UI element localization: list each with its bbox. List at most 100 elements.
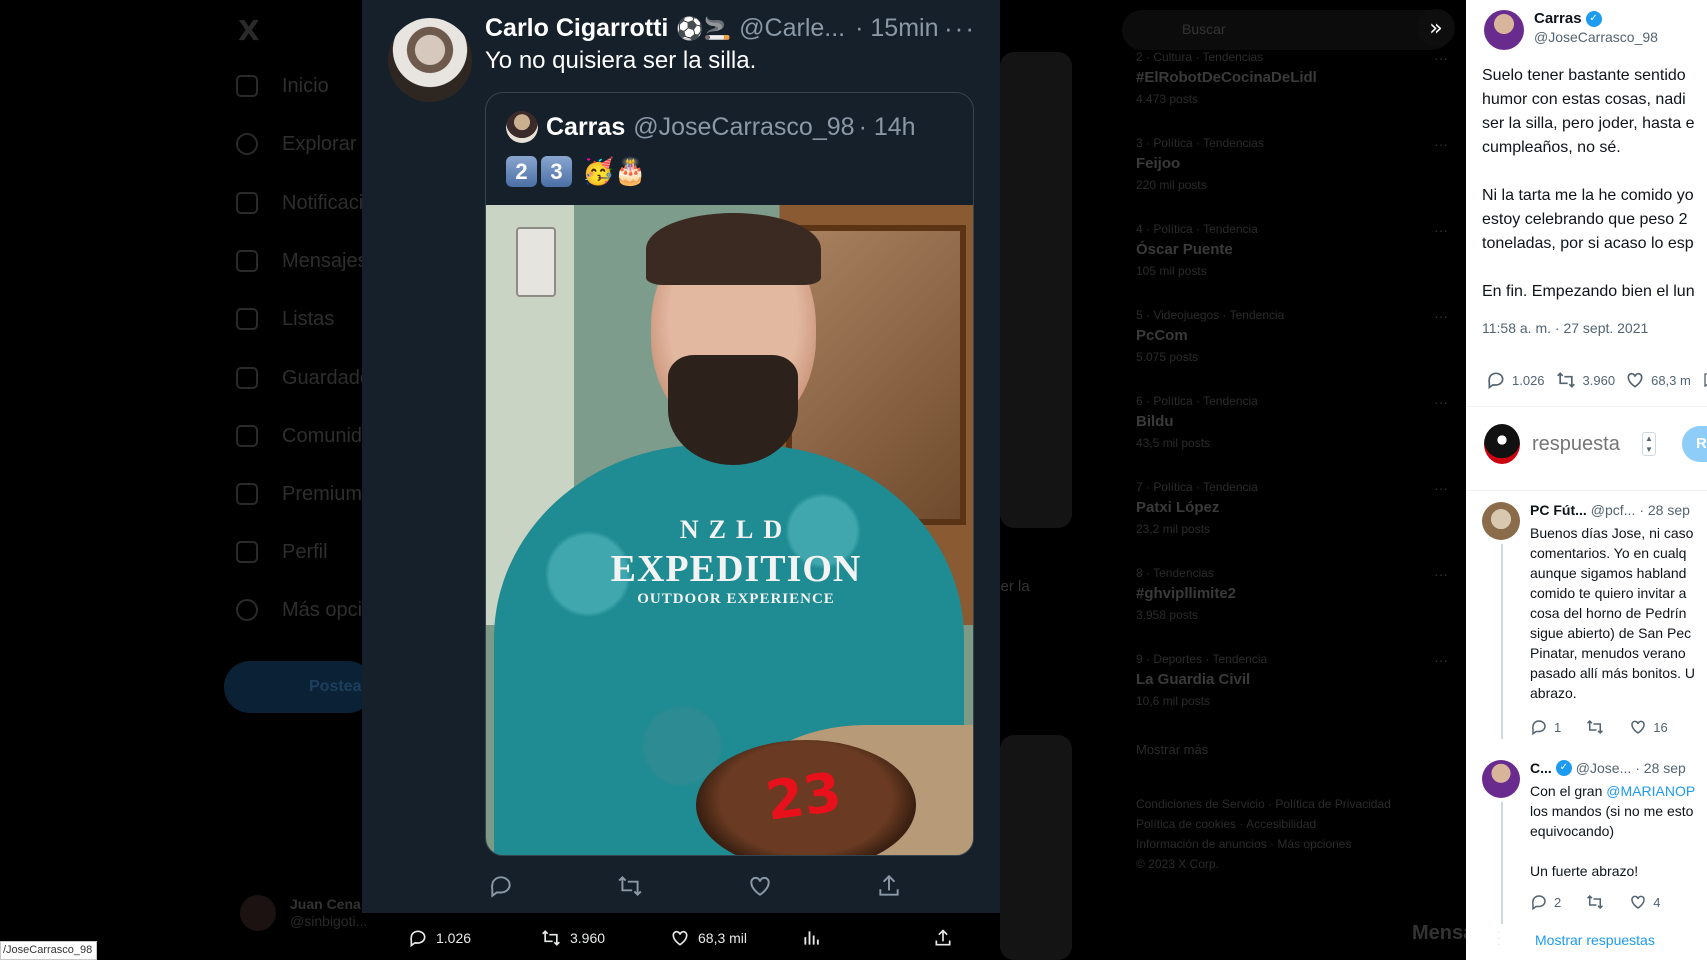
tweet-time[interactable]: · 15min (855, 14, 938, 43)
more-icon[interactable]: ··· (1434, 222, 1448, 238)
more-icon[interactable]: ··· (1434, 136, 1448, 152)
share-icon[interactable] (873, 870, 905, 902)
share-button[interactable] (933, 928, 953, 948)
thread-line (1501, 544, 1503, 739)
reply-author-handle[interactable]: @Jose... (1576, 760, 1631, 776)
like-icon (1631, 720, 1645, 734)
verified-badge-icon: ✓ (1585, 10, 1602, 27)
tweet-photo[interactable]: NZLD EXPEDITION OUTDOOR EXPERIENCE 23 (486, 205, 973, 855)
tweet-text: Yo no quisiera ser la silla. (485, 47, 757, 74)
trend-item[interactable]: 5 · Videojuegos · Tendencia PcCom 5.075 po… (1136, 308, 1456, 364)
reply-time[interactable]: · 28 sep (1639, 502, 1690, 518)
reply-input[interactable] (1532, 432, 1642, 456)
show-replies-link[interactable]: Mostrar respuestas (1535, 932, 1655, 948)
reply-header: C... ✓ @Jose... · 28 sep (1530, 760, 1686, 776)
tweet-stats: 1.026 3.960 68,3 m (1486, 370, 1707, 390)
trend-item[interactable]: 7 · Política · Tendencia Patxi López 23,2 … (1136, 480, 1456, 536)
retweet-count-button[interactable]: 3.960 (540, 928, 605, 948)
reply-count-button[interactable]: 1.026 (408, 928, 471, 948)
photo-beard (668, 355, 798, 465)
like-icon (672, 930, 688, 946)
reply-author-name[interactable]: C... (1530, 760, 1552, 776)
tweet-timestamp[interactable]: 11:58 a. m. · 27 sept. 2021 (1482, 320, 1648, 336)
bookmark-icon (236, 367, 258, 389)
more-icon[interactable]: ··· (1434, 652, 1448, 668)
account-switcher[interactable]: Juan Cena @sinbigoti... (240, 895, 367, 931)
retweet-button[interactable] (1585, 718, 1605, 736)
tweet-author[interactable]: Carras ✓ @JoseCarrasco_98 (1484, 10, 1658, 50)
mail-icon (236, 250, 258, 272)
retweet-count-button[interactable]: 3.960 (1555, 370, 1615, 390)
footer-links: Condiciones de Servicio · Política de Pr… (1136, 797, 1391, 871)
nav-item-explore[interactable]: Explorar (236, 129, 356, 159)
more-icon[interactable]: ··· (1434, 566, 1448, 582)
trend-item[interactable]: 8 · Tendencias #ghvipllimite2 3.958 posts ·… (1136, 566, 1456, 622)
divider (1466, 406, 1707, 407)
quoted-author-name: Carras (546, 112, 626, 141)
reply-count-button[interactable]: 1.026 (1486, 370, 1545, 390)
reply-time[interactable]: · 28 sep (1635, 760, 1686, 776)
like-icon[interactable] (744, 870, 776, 902)
author-handle[interactable]: @Carle... (739, 14, 845, 43)
reply-author-name[interactable]: PC Fút... (1530, 502, 1587, 518)
author-name[interactable]: Carras (1534, 10, 1582, 27)
trend-item[interactable]: 3 · Política · Tendencias Feijoo 220 mil p… (1136, 136, 1456, 192)
reply-count-button[interactable]: 2 (1530, 893, 1561, 911)
more-icon[interactable]: ··· (1434, 480, 1448, 496)
modal-action-bar: 1.026 3.960 68,3 mil (400, 922, 970, 954)
avatar[interactable] (1484, 10, 1524, 50)
reply-actions: 1 16 (1530, 718, 1668, 736)
tweet-paragraph: Suelo tener bastante sentido humor con es… (1482, 67, 1695, 156)
reply-item[interactable]: PC Fút... @pcf... · 28 sep Buenos días J… (1482, 502, 1707, 742)
like-count-button[interactable]: 4 (1629, 893, 1660, 911)
quoted-author-handle: @JoseCarrasco_98 (633, 112, 855, 141)
home-icon (236, 75, 258, 97)
nav-item-messages[interactable]: Mensajes (236, 246, 368, 276)
scroll-spinner-icon[interactable]: ▲ ▼ (1642, 432, 1656, 456)
trend-item[interactable]: 9 · Deportes · Tendencia La Guardia Civil… (1136, 652, 1456, 708)
reply-icon[interactable] (485, 870, 517, 902)
more-icon[interactable]: ··· (1434, 394, 1448, 410)
search-input[interactable]: Buscar (1122, 10, 1452, 50)
avatar[interactable] (1482, 760, 1520, 798)
trend-item[interactable]: 2 · Cultura · Tendencias #ElRobotDeCocina… (1136, 50, 1456, 106)
reply-actions: 2 4 (1530, 893, 1660, 911)
like-count-button[interactable]: 68,3 mil (670, 928, 747, 948)
author-name[interactable]: Carlo Cigarrotti (485, 14, 668, 43)
show-more-link[interactable]: Mostrar más (1136, 742, 1208, 757)
avatar[interactable] (1482, 502, 1520, 540)
people-icon (236, 425, 258, 447)
reply-item[interactable]: C... ✓ @Jose... · 28 sep Con el gran @MA… (1482, 760, 1707, 924)
reply-button[interactable]: Res (1682, 426, 1707, 462)
trend-item[interactable]: 4 · Política · Tendencia Óscar Puente 105 … (1136, 222, 1456, 278)
tweet-paragraph: Ni la tarta me la he comido yo estoy cele… (1482, 187, 1694, 252)
retweet-button[interactable] (1585, 893, 1605, 911)
more-options-icon[interactable]: ··· (944, 13, 976, 44)
nav-item-home[interactable]: Inicio (236, 71, 329, 101)
nav-item-bookmarks[interactable]: Guardados (236, 363, 381, 393)
reply-author-handle[interactable]: @pcf... (1591, 502, 1636, 518)
nav-item-lists[interactable]: Listas (236, 304, 334, 334)
like-count-button[interactable]: 68,3 m (1625, 370, 1691, 390)
author-handle[interactable]: @JoseCarrasco_98 (1534, 29, 1658, 45)
link-status-bar: /JoseCarrasco_98 (0, 941, 98, 960)
post-button[interactable]: Postear (224, 661, 374, 713)
quoted-tweet[interactable]: Carras @JoseCarrasco_98 · 14h 2 3 🥳🎂 NZL… (485, 92, 974, 856)
tweet-paragraph: En fin. Empezando bien el lun (1482, 283, 1695, 300)
views-button[interactable] (802, 928, 822, 948)
nav-item-profile[interactable]: Perfil (236, 537, 328, 567)
retweet-icon[interactable] (614, 870, 646, 902)
reply-count-button[interactable]: 1 (1530, 718, 1561, 736)
share-icon (935, 929, 951, 946)
like-count-button[interactable]: 16 (1629, 718, 1668, 736)
mention-link[interactable]: @MARIANOP (1606, 783, 1695, 799)
bookmark-button[interactable] (1701, 370, 1707, 390)
avatar[interactable] (388, 18, 472, 102)
more-icon[interactable]: ··· (1434, 308, 1448, 324)
more-icon[interactable]: ··· (1434, 50, 1448, 66)
thread-dots-icon: · · · (1497, 927, 1501, 950)
nav-item-premium[interactable]: Premium (236, 479, 362, 509)
collapse-panel-icon[interactable]: » (1417, 9, 1455, 47)
trend-item[interactable]: 6 · Política · Tendencia Bildu 43,5 mil po… (1136, 394, 1456, 450)
search-icon (236, 133, 258, 155)
